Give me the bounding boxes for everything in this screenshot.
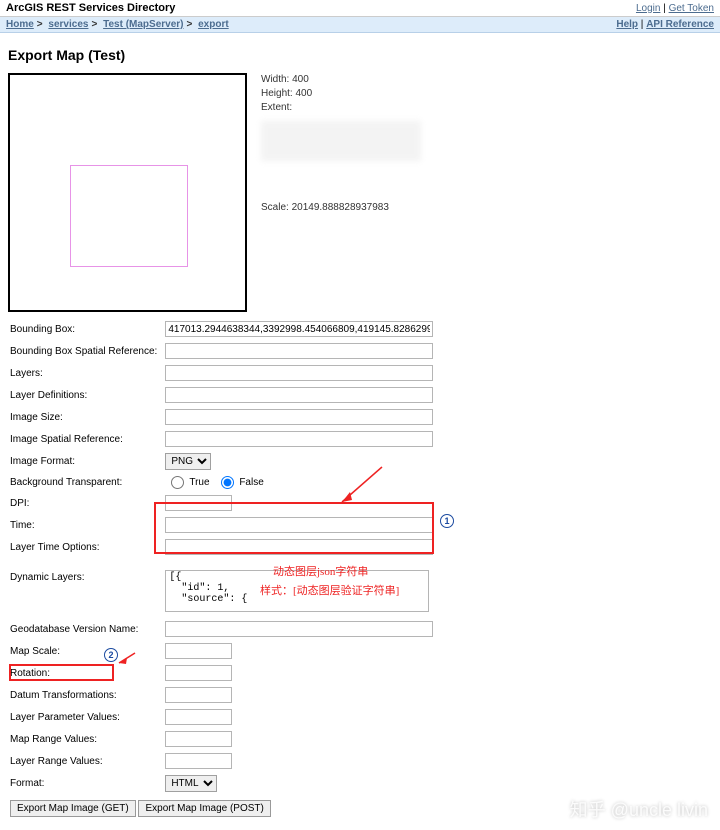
get-token-link[interactable]: Get Token — [669, 3, 714, 14]
export-post-button[interactable]: Export Map Image (POST) — [138, 800, 270, 817]
map-extent-rect — [70, 165, 188, 267]
rotation-input[interactable] — [165, 665, 232, 681]
dynamic-layers-label: Dynamic Layers: — [8, 558, 161, 618]
meta-width: Width: 400 — [261, 73, 421, 87]
breadcrumb-test[interactable]: Test (MapServer) — [103, 19, 183, 30]
bboxsr-label: Bounding Box Spatial Reference: — [8, 340, 161, 362]
transparent-true-label: True — [189, 477, 209, 488]
dpi-label: DPI: — [8, 492, 161, 514]
transparent-true-radio[interactable] — [171, 476, 184, 489]
out-format-select[interactable]: HTML — [165, 775, 217, 792]
breadcrumb: Help | API Reference Home> services> Tes… — [0, 17, 720, 33]
layerparam-input[interactable] — [165, 709, 232, 725]
size-input[interactable] — [165, 409, 433, 425]
time-label: Time: — [8, 514, 161, 536]
mapscale-label: Map Scale: — [8, 640, 161, 662]
dpi-input[interactable] — [165, 495, 232, 511]
app-title: ArcGIS REST Services Directory — [6, 2, 175, 14]
meta-extent: Extent: — [261, 101, 421, 115]
layerparam-label: Layer Parameter Values: — [8, 706, 161, 728]
breadcrumb-export[interactable]: export — [198, 19, 229, 30]
image-format-select[interactable]: PNG — [165, 453, 211, 470]
mapscale-input[interactable] — [165, 643, 232, 659]
layers-label: Layers: — [8, 362, 161, 384]
help-link[interactable]: Help — [616, 19, 638, 30]
annotation-badge-2: 2 — [104, 648, 118, 662]
layertime-input[interactable] — [165, 539, 433, 555]
layerdefs-label: Layer Definitions: — [8, 384, 161, 406]
export-get-button[interactable]: Export Map Image (GET) — [10, 800, 136, 817]
datum-input[interactable] — [165, 687, 232, 703]
transparent-label: Background Transparent: — [8, 473, 161, 492]
annotation-badge-1: 1 — [440, 514, 454, 528]
map-preview — [8, 73, 247, 312]
meta-scale: Scale: 20149.888828937983 — [261, 201, 421, 215]
out-format-label: Format: — [8, 772, 161, 795]
layers-input[interactable] — [165, 365, 433, 381]
api-ref-link[interactable]: API Reference — [646, 19, 714, 30]
imagesr-label: Image Spatial Reference: — [8, 428, 161, 450]
breadcrumb-services[interactable]: services — [48, 19, 88, 30]
transparent-false-radio[interactable] — [221, 476, 234, 489]
imagesr-input[interactable] — [165, 431, 433, 447]
map-meta: Width: 400 Height: 400 Extent: Scale: 20… — [261, 73, 421, 312]
watermark: 知乎 @uncle livin — [570, 796, 708, 822]
gdbver-input[interactable] — [165, 621, 433, 637]
bbox-label: Bounding Box: — [8, 318, 161, 340]
breadcrumb-home[interactable]: Home — [6, 19, 34, 30]
meta-extent-values-blurred — [261, 121, 421, 161]
gdbver-label: Geodatabase Version Name: — [8, 618, 161, 640]
image-format-label: Image Format: — [8, 450, 161, 473]
page-title: Export Map (Test) — [8, 47, 712, 63]
maprange-label: Map Range Values: — [8, 728, 161, 750]
maprange-input[interactable] — [165, 731, 232, 747]
rotation-label: Rotation: — [8, 662, 161, 684]
datum-label: Datum Transformations: — [8, 684, 161, 706]
login-link[interactable]: Login — [636, 3, 660, 14]
dynamic-layers-textarea[interactable]: [{ "id": 1, "source": { — [165, 570, 429, 612]
layerdefs-input[interactable] — [165, 387, 433, 403]
bboxsr-input[interactable] — [165, 343, 433, 359]
size-label: Image Size: — [8, 406, 161, 428]
layertime-label: Layer Time Options: — [8, 536, 161, 558]
layerrange-input[interactable] — [165, 753, 232, 769]
meta-height: Height: 400 — [261, 87, 421, 101]
layerrange-label: Layer Range Values: — [8, 750, 161, 772]
bbox-input[interactable] — [165, 321, 433, 337]
time-input[interactable] — [165, 517, 433, 533]
transparent-false-label: False — [239, 477, 263, 488]
